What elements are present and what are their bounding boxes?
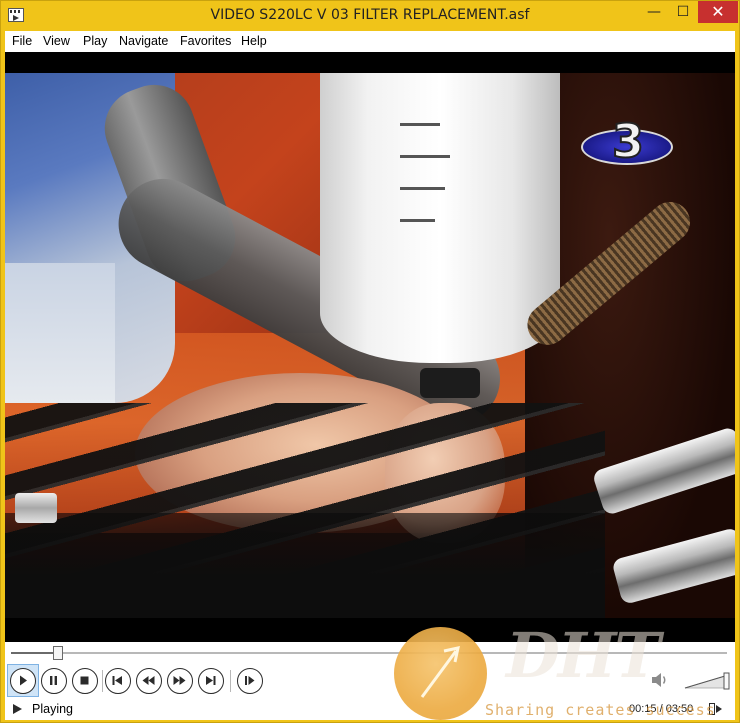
- skip-back-icon: [112, 676, 122, 685]
- window-title: VIDEO S220LC V 03 FILTER REPLACEMENT.asf: [210, 7, 530, 23]
- media-player-window: VIDEO S220LC V 03 FILTER REPLACEMENT.asf…: [0, 0, 740, 723]
- menu-play[interactable]: Play: [83, 34, 107, 48]
- channel-logo: 3: [573, 111, 683, 177]
- pause-icon: [50, 676, 57, 685]
- fast-forward-icon: [173, 676, 186, 685]
- skip-forward-icon: [206, 676, 216, 685]
- video-frame: 3: [5, 73, 735, 618]
- seek-thumb[interactable]: [53, 646, 64, 660]
- stop-icon: [80, 676, 89, 685]
- volume-slider[interactable]: [683, 672, 731, 690]
- menu-bar: File View Play Navigate Favorites Help: [5, 31, 735, 52]
- pause-button[interactable]: [41, 668, 67, 694]
- play-icon: [13, 704, 22, 714]
- playback-status: Playing: [32, 702, 73, 716]
- fuel-filter: [320, 73, 560, 363]
- seek-progress: [11, 652, 59, 654]
- stop-button[interactable]: [72, 668, 98, 694]
- arrow-icon: [420, 646, 460, 698]
- previous-button[interactable]: [105, 668, 131, 694]
- frame-step-button[interactable]: [237, 668, 263, 694]
- watermark-logo: [394, 627, 487, 720]
- fast-forward-button[interactable]: [167, 668, 193, 694]
- menu-help[interactable]: Help: [241, 34, 267, 48]
- rewind-button[interactable]: [136, 668, 162, 694]
- menu-view[interactable]: View: [43, 34, 70, 48]
- play-button[interactable]: [10, 668, 36, 694]
- watermark-tagline: Sharing creates success: [485, 701, 716, 719]
- watermark-letters: DHT: [506, 619, 660, 692]
- rewind-icon: [142, 676, 155, 685]
- maximize-button[interactable]: ☐: [669, 1, 697, 23]
- title-bar[interactable]: VIDEO S220LC V 03 FILTER REPLACEMENT.asf…: [1, 1, 739, 31]
- channel-number: 3: [611, 113, 645, 169]
- video-area[interactable]: 3: [5, 52, 735, 642]
- menu-navigate[interactable]: Navigate: [119, 34, 168, 48]
- close-button[interactable]: ✕: [698, 1, 738, 23]
- frame-step-icon: [245, 676, 255, 685]
- minimize-button[interactable]: —: [640, 1, 668, 23]
- next-button[interactable]: [198, 668, 224, 694]
- menu-favorites[interactable]: Favorites: [180, 34, 231, 48]
- play-icon: [20, 675, 27, 686]
- menu-file[interactable]: File: [12, 34, 32, 48]
